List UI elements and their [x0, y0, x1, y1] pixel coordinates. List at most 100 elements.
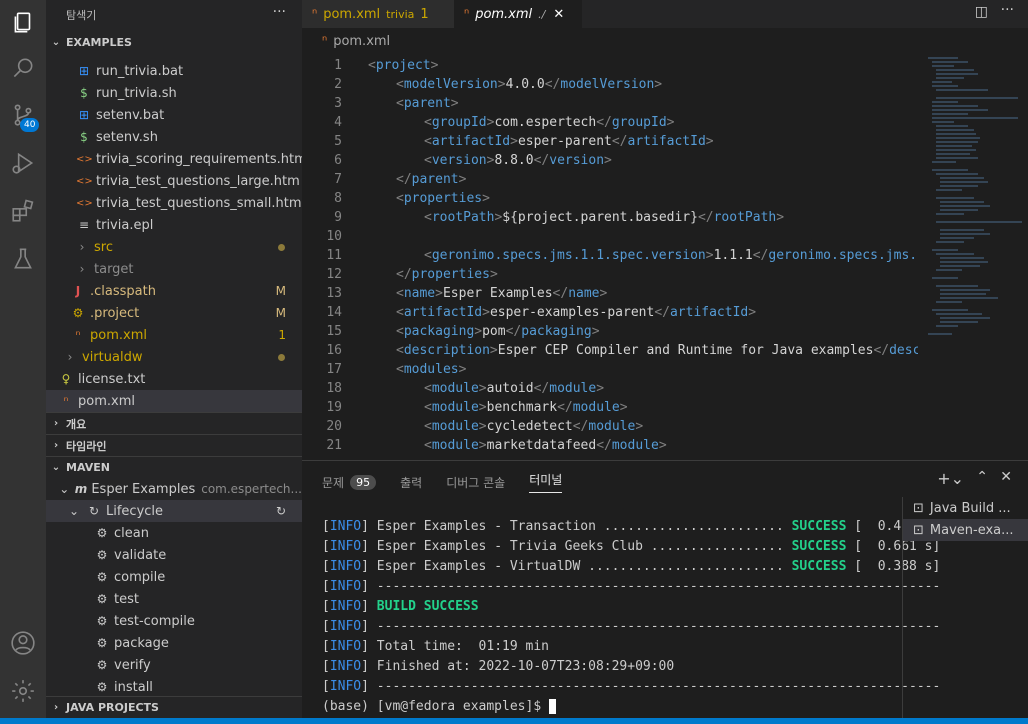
- code-text: <packaging>pom</packaging>: [396, 324, 600, 339]
- bottom-panel: 문제 95 출력 디버그 콘솔 터미널 +⌄ ⌃ ✕ [INFO] Esper E…: [302, 460, 1028, 719]
- lifecycle-label: Lifecycle: [106, 503, 164, 519]
- folder-src[interactable]: › src: [46, 236, 302, 258]
- tab-label: 터미널: [529, 473, 563, 487]
- search-icon[interactable]: [0, 46, 46, 92]
- file-label: trivia_test_questions_large.htm: [96, 173, 300, 189]
- goal-label: install: [114, 679, 153, 695]
- close-icon[interactable]: ✕: [553, 7, 564, 22]
- settings-gear-icon[interactable]: [0, 668, 46, 714]
- folder-label: src: [94, 239, 113, 255]
- lifecycle-node[interactable]: ⌄ ↻ Lifecycle ↻: [46, 500, 302, 522]
- more-actions-icon[interactable]: ···: [1001, 2, 1014, 18]
- file-item[interactable]: <> trivia_scoring_requirements.htm: [46, 148, 302, 170]
- goal-label: test-compile: [114, 613, 195, 629]
- split-editor-icon[interactable]: ◫: [975, 4, 988, 20]
- line-number: 4: [334, 115, 342, 130]
- explorer-icon[interactable]: [0, 0, 46, 46]
- terminal-success: SUCCESS: [791, 559, 847, 574]
- timeline-section-header[interactable]: › 타임라인: [46, 434, 302, 456]
- terminal-item-java-build[interactable]: ⊡ Java Build ...: [903, 497, 1028, 519]
- file-item[interactable]: ⊞ setenv.bat: [46, 104, 302, 126]
- tab-terminal[interactable]: 터미널: [529, 471, 563, 493]
- tab-problems[interactable]: 문제 95: [322, 471, 377, 493]
- tab-debug-console[interactable]: 디버그 콘솔: [446, 471, 505, 493]
- code-text: <module>autoid</module>: [424, 381, 605, 396]
- file-project[interactable]: ⚙ .project M: [46, 302, 302, 324]
- terminal-prefix: [: [322, 619, 330, 634]
- refresh-icon[interactable]: ↻: [276, 504, 286, 518]
- tab-pom-trivia[interactable]: ⁿ pom.xml trivia 1: [302, 0, 454, 28]
- terminal-item-maven[interactable]: ⊡ Maven-exa...: [903, 519, 1028, 541]
- tab-output[interactable]: 출력: [400, 471, 422, 493]
- terminal-prefix: [: [322, 659, 330, 674]
- tab-label: pom.xml: [475, 6, 533, 22]
- lifecycle-goal[interactable]: ⚙ test-compile: [46, 610, 302, 632]
- terminal-info: INFO: [329, 559, 362, 574]
- folder-virtualdw[interactable]: › virtualdw: [46, 346, 302, 368]
- terminal-mid: ] Finished at: 2022-10-07T23:08:29+09:00: [361, 659, 675, 674]
- line-number: 9: [334, 210, 342, 225]
- editor-tabs: ⁿ pom.xml trivia 1 ⁿ pom.xml ./ ✕ ◫ ···: [302, 0, 1028, 28]
- maven-project[interactable]: ⌄ m Esper Examples com.espertech...: [46, 478, 302, 500]
- line-number: 18: [326, 381, 342, 396]
- more-actions-icon[interactable]: ···: [273, 4, 286, 20]
- file-root-pom[interactable]: ⁿ pom.xml: [46, 390, 302, 412]
- testing-icon[interactable]: [0, 236, 46, 282]
- line-number: 3: [334, 96, 342, 111]
- file-item[interactable]: ⊞ run_trivia.bat: [46, 60, 302, 82]
- breadcrumb-file[interactable]: pom.xml: [333, 34, 390, 49]
- file-item[interactable]: <> trivia_test_questions_small.htm: [46, 192, 302, 214]
- maven-section-header[interactable]: ⌄ MAVEN: [46, 456, 302, 478]
- chevron-up-icon[interactable]: ⌃: [976, 469, 988, 485]
- section-title: MAVEN: [66, 461, 110, 474]
- lifecycle-goal[interactable]: ⚙ install: [46, 676, 302, 698]
- file-item[interactable]: $ run_trivia.sh: [46, 82, 302, 104]
- minimap[interactable]: [918, 54, 1028, 460]
- line-number: 6: [334, 153, 342, 168]
- prompt-text: (base) [vm@fedora examples]$: [322, 699, 549, 714]
- examples-section-header[interactable]: ⌄ EXAMPLES: [46, 31, 302, 53]
- lifecycle-goal[interactable]: ⚙ clean: [46, 522, 302, 544]
- file-item[interactable]: ≡ trivia.epl: [46, 214, 302, 236]
- file-license[interactable]: ♀ license.txt: [46, 368, 302, 390]
- terminal-prompt[interactable]: (base) [vm@fedora examples]$: [322, 697, 902, 717]
- lines-icon: ≡: [78, 218, 90, 232]
- lifecycle-goal[interactable]: ⚙ verify: [46, 654, 302, 676]
- lifecycle-goal[interactable]: ⚙ validate: [46, 544, 302, 566]
- file-label: setenv.sh: [96, 129, 158, 145]
- file-classpath[interactable]: J .classpath M: [46, 280, 302, 302]
- section-title: 타임라인: [66, 439, 107, 453]
- folder-target[interactable]: › target: [46, 258, 302, 280]
- file-pom-trivia[interactable]: ⁿ pom.xml 1: [46, 324, 302, 346]
- terminal-icon: ⊡: [913, 522, 924, 538]
- file-item[interactable]: <> trivia_test_questions_large.htm: [46, 170, 302, 192]
- line-number: 20: [326, 419, 342, 434]
- terminal-info: INFO: [329, 619, 362, 634]
- terminal-prefix: [: [322, 539, 330, 554]
- tab-pom-root[interactable]: ⁿ pom.xml ./ ✕: [454, 0, 582, 28]
- problem-count-badge: 95: [350, 474, 377, 490]
- lifecycle-goal[interactable]: ⚙ package: [46, 632, 302, 654]
- outline-section-header[interactable]: › 개요: [46, 412, 302, 434]
- terminal-output[interactable]: [INFO] Esper Examples - Transaction ....…: [322, 517, 940, 717]
- run-debug-icon[interactable]: [0, 140, 46, 186]
- code-icon: <>: [76, 197, 93, 209]
- line-number: 21: [326, 438, 342, 453]
- account-icon[interactable]: [0, 620, 46, 666]
- java-projects-section-header[interactable]: › JAVA PROJECTS: [46, 696, 302, 718]
- tab-description: ./: [538, 7, 546, 21]
- maven-project-label: Esper Examples: [91, 481, 196, 497]
- terminal-line: [INFO] Esper Examples - Trivia Geeks Clu…: [322, 537, 940, 557]
- terminal-mid: ] --------------------------------------…: [361, 579, 941, 594]
- terminal-line: [INFO] Total time: 01:19 min: [322, 637, 902, 657]
- new-terminal-icon[interactable]: +⌄: [937, 469, 964, 488]
- code-text: <geronimo.specs.jms.1.1.spec.version>1.1…: [424, 248, 980, 263]
- line-number: 13: [326, 286, 342, 301]
- file-item[interactable]: $ setenv.sh: [46, 126, 302, 148]
- lifecycle-goal[interactable]: ⚙ compile: [46, 566, 302, 588]
- close-icon[interactable]: ✕: [1000, 469, 1012, 485]
- section-title: EXAMPLES: [66, 35, 132, 49]
- lifecycle-goal[interactable]: ⚙ test: [46, 588, 302, 610]
- terminal-mid: ] Esper Examples - VirtualDW ...........…: [361, 559, 792, 574]
- extensions-icon[interactable]: [0, 188, 46, 234]
